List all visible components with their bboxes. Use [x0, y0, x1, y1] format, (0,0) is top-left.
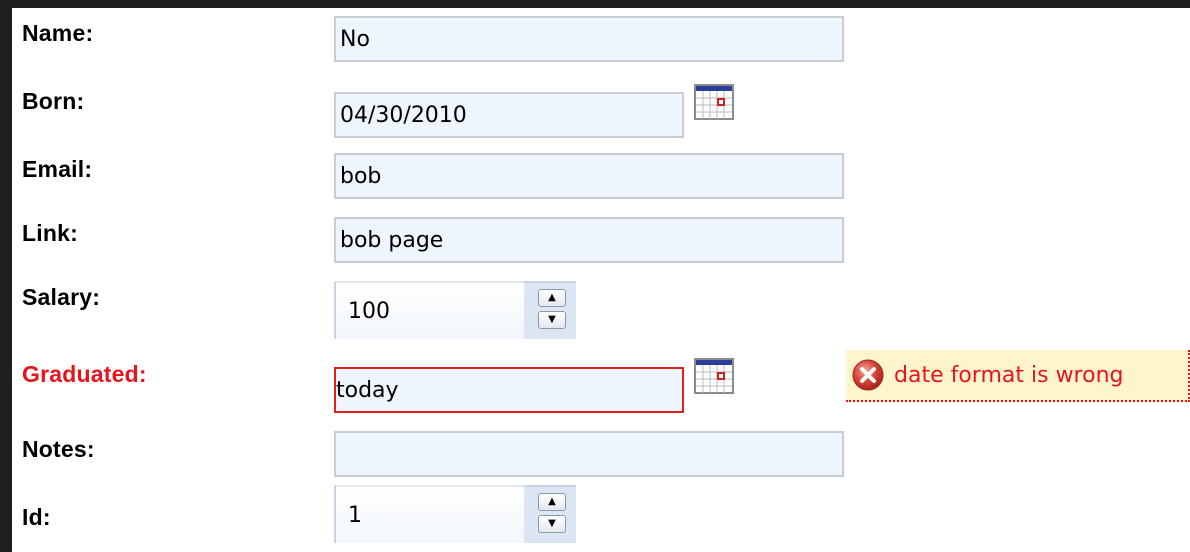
salary-spinner-buttons: ▲ ▼: [524, 281, 576, 339]
link-label: Link:: [22, 220, 78, 246]
salary-spinner-field[interactable]: 100: [334, 281, 524, 339]
id-spinner-buttons: ▲ ▼: [524, 485, 576, 543]
salary-spin-up-arrow-icon[interactable]: ▲: [538, 289, 566, 307]
graduated-error-tooltip: date format is wrong: [846, 350, 1190, 402]
notes-label: Notes:: [22, 436, 95, 462]
name-field[interactable]: No: [334, 16, 844, 62]
error-x-icon: [852, 359, 884, 391]
id-spinner-field[interactable]: 1: [334, 485, 524, 543]
graduated-label: Graduated:: [22, 361, 147, 387]
born-label: Born:: [22, 88, 85, 114]
link-field[interactable]: bob page: [334, 217, 844, 263]
id-label: Id:: [22, 504, 51, 530]
id-spin-up-arrow-icon[interactable]: ▲: [538, 493, 566, 511]
salary-label: Salary:: [22, 284, 101, 310]
graduated-date-field[interactable]: today: [334, 367, 684, 413]
salary-spin-down-arrow-icon[interactable]: ▼: [538, 311, 566, 329]
record-form: Name: No Born: 04/30/2010 Email: bob Lin…: [12, 8, 1190, 552]
calendar-icon[interactable]: [694, 358, 734, 394]
calendar-icon[interactable]: [694, 84, 734, 120]
notes-field[interactable]: [334, 431, 844, 477]
graduated-error-message: date format is wrong: [894, 362, 1124, 388]
born-date-field[interactable]: 04/30/2010: [334, 92, 684, 138]
email-label: Email:: [22, 156, 93, 182]
id-spin-down-arrow-icon[interactable]: ▼: [538, 515, 566, 533]
name-label: Name:: [22, 20, 94, 46]
email-field[interactable]: bob: [334, 153, 844, 199]
